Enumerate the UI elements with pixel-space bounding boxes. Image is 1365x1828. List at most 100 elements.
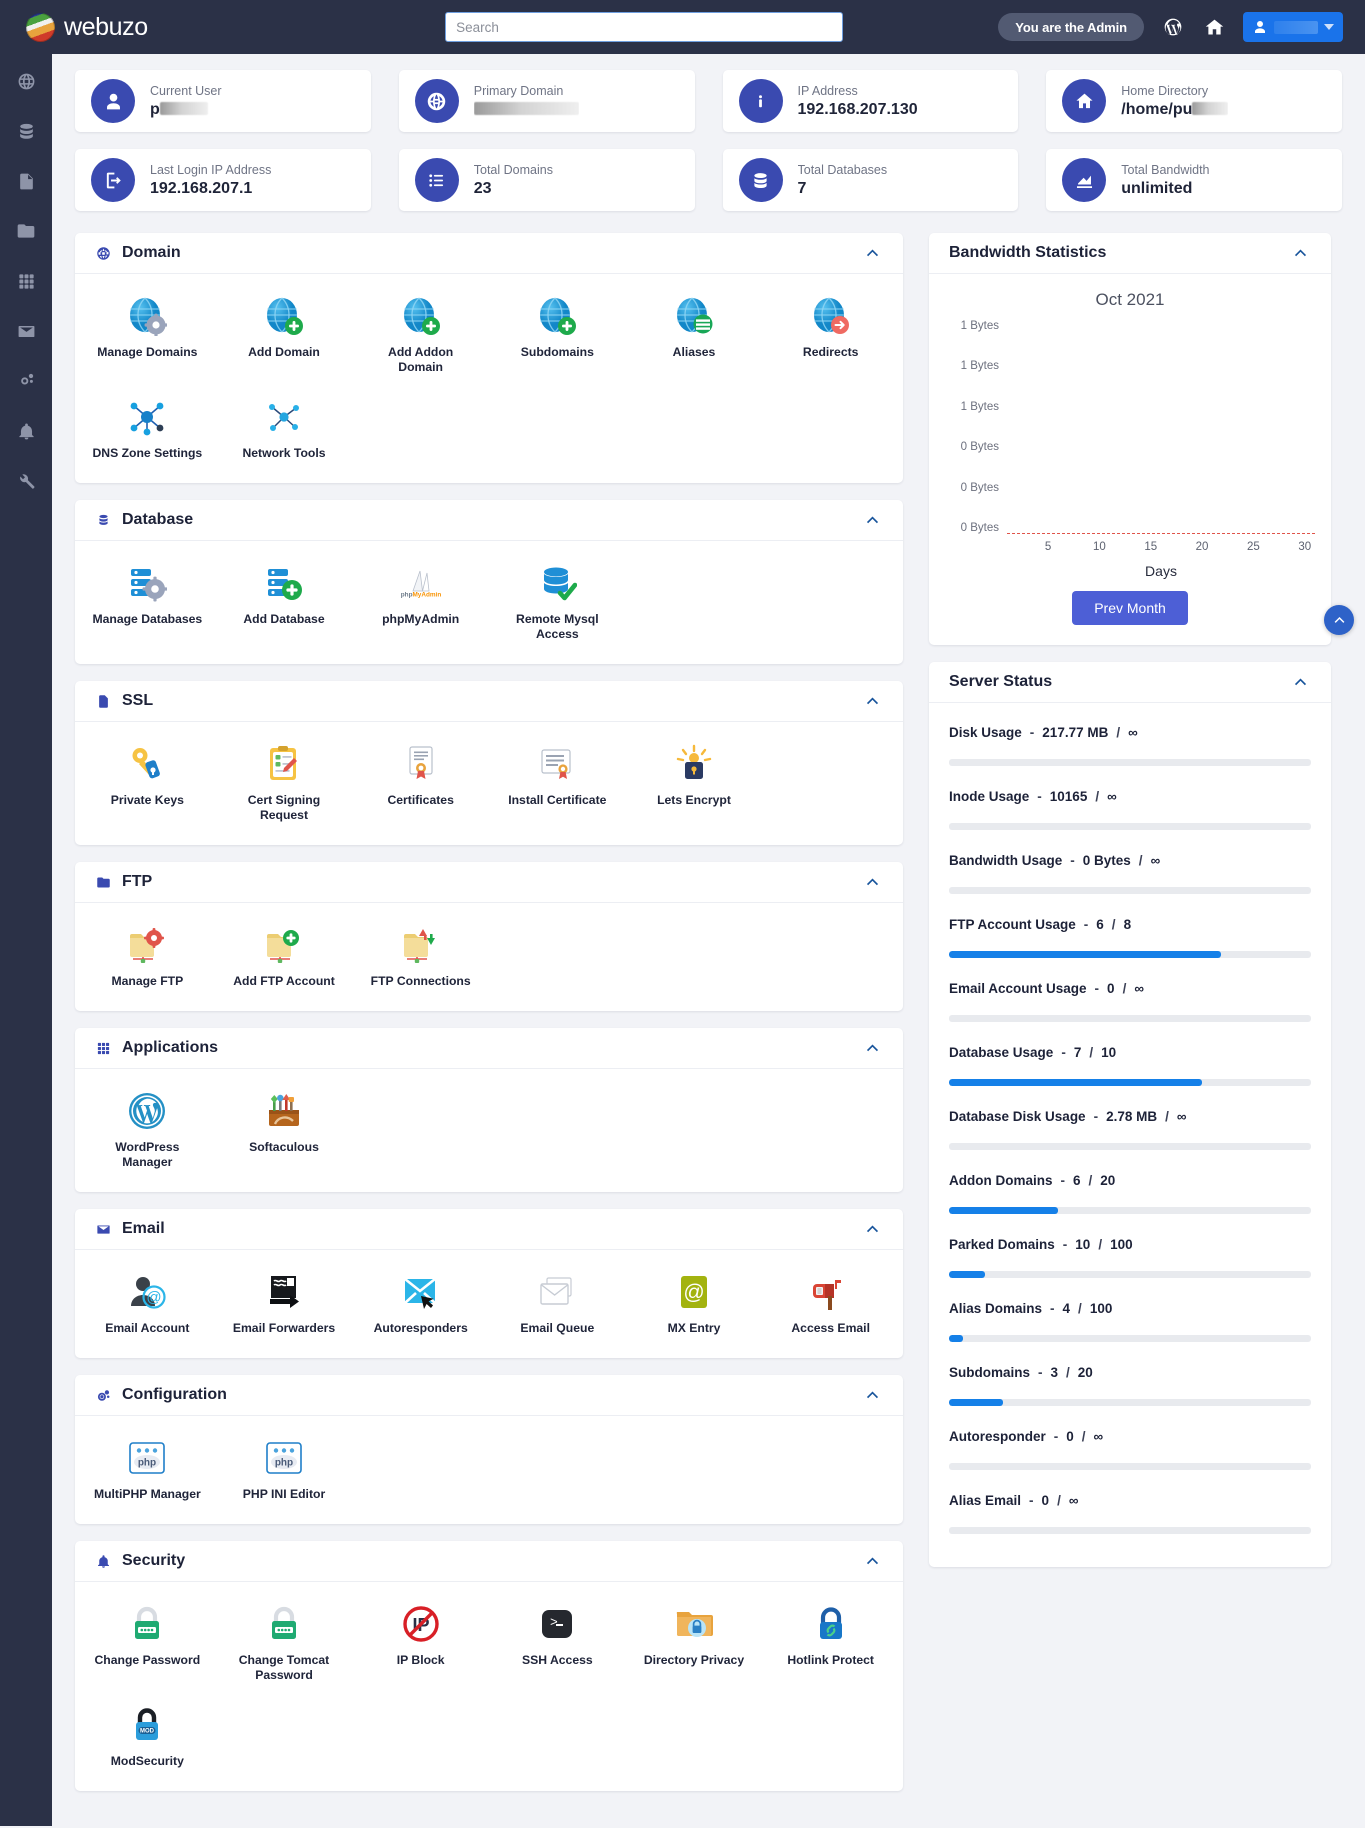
status-progress-fill xyxy=(949,1399,1003,1406)
home-icon[interactable] xyxy=(1202,15,1226,39)
sidebar-item-database[interactable] xyxy=(11,116,41,146)
collapse-section-button[interactable] xyxy=(861,1384,883,1406)
tile-manage-domains[interactable]: Manage Domains xyxy=(79,292,216,379)
tile-aliases[interactable]: Aliases xyxy=(626,292,763,379)
sidebar-item-applications[interactable] xyxy=(11,266,41,296)
tile-network-tools[interactable]: Network Tools xyxy=(216,393,353,465)
tile-redirects[interactable]: Redirects xyxy=(762,292,899,379)
tile-email-queue[interactable]: Email Queue xyxy=(489,1268,626,1340)
tile-add-addon-domain[interactable]: Add Addon Domain xyxy=(352,292,489,379)
status-label: Subdomains xyxy=(949,1365,1030,1380)
tile-manage-ftp[interactable]: Manage FTP xyxy=(79,921,216,993)
tile-label: Redirects xyxy=(803,345,859,360)
sidebar-item-tools[interactable] xyxy=(11,466,41,496)
tile-access-email[interactable]: Access Email xyxy=(762,1268,899,1340)
collapse-section-button[interactable] xyxy=(861,242,883,264)
status-slash: / xyxy=(1139,853,1143,868)
sidebar-item-domain[interactable] xyxy=(11,66,41,96)
tile-lets-encrypt[interactable]: Lets Encrypt xyxy=(626,740,763,827)
status-progress-track xyxy=(949,1399,1311,1406)
search-input[interactable] xyxy=(445,12,843,42)
stat-label: IP Address xyxy=(798,83,918,99)
main-columns: DomainManage DomainsAdd DomainAdd Addon … xyxy=(75,233,1342,1808)
status-line: Addon Domains-6/20 xyxy=(949,1173,1311,1188)
status-used: 0 xyxy=(1066,1429,1074,1444)
sidebar-item-ftp[interactable] xyxy=(11,216,41,246)
brand[interactable]: webuzo xyxy=(0,13,290,42)
chart-x-tick: 30 xyxy=(1298,541,1311,553)
bell-icon xyxy=(95,1553,111,1569)
collapse-server-status-button[interactable] xyxy=(1289,671,1311,693)
tile-mx-entry[interactable]: @MX Entry xyxy=(626,1268,763,1340)
sidebar-item-email[interactable] xyxy=(11,316,41,346)
tile-multiphp-manager[interactable]: phpMultiPHP Manager xyxy=(79,1434,216,1506)
tile-manage-databases[interactable]: Manage Databases xyxy=(79,559,216,646)
collapse-bandwidth-button[interactable] xyxy=(1289,242,1311,264)
collapse-section-button[interactable] xyxy=(861,1550,883,1572)
status-line: Alias Email-0/∞ xyxy=(949,1493,1311,1508)
scroll-to-top-button[interactable] xyxy=(1324,605,1354,635)
section-panel-ftp: FTPManage FTPAdd FTP AccountFTP Connecti… xyxy=(75,862,903,1011)
tile-modsecurity[interactable]: MODModSecurity xyxy=(79,1701,216,1773)
tile-email-forwarders[interactable]: Email Forwarders xyxy=(216,1268,353,1340)
tile-hotlink-protect[interactable]: Hotlink Protect xyxy=(762,1600,899,1687)
tile-email-account[interactable]: @ Email Account xyxy=(79,1268,216,1340)
admin-badge-button[interactable]: You are the Admin xyxy=(998,13,1144,41)
tile-php-ini-editor[interactable]: phpPHP INI Editor xyxy=(216,1434,353,1506)
section-panel-ssl: SSLPrivate KeysCert Signing RequestCerti… xyxy=(75,681,903,845)
tile-subdomains[interactable]: Subdomains xyxy=(489,292,626,379)
tile-install-certificate[interactable]: Install Certificate xyxy=(489,740,626,827)
tile-add-ftp-account[interactable]: Add FTP Account xyxy=(216,921,353,993)
folder-icon xyxy=(16,221,36,241)
section-panel-configuration: Configuration phpMultiPHP ManagerphpPHP I… xyxy=(75,1375,903,1524)
tile-add-domain[interactable]: Add Domain xyxy=(216,292,353,379)
status-label: Alias Email xyxy=(949,1493,1021,1508)
chart-y-tick: 1 Bytes xyxy=(961,320,999,332)
wordpress-icon[interactable] xyxy=(1161,15,1185,39)
tile-wordpress-manager[interactable]: WordPress Manager xyxy=(79,1087,216,1174)
tile-ssh-access[interactable]: >SSH Access xyxy=(489,1600,626,1687)
tile-autoresponders[interactable]: Autoresponders xyxy=(352,1268,489,1340)
status-used: 0 xyxy=(1107,981,1115,996)
tile-softaculous[interactable]: Softaculous xyxy=(216,1087,353,1174)
tile-cert-signing-request[interactable]: Cert Signing Request xyxy=(216,740,353,827)
globe-alias-icon xyxy=(674,296,714,336)
collapse-section-button[interactable] xyxy=(861,690,883,712)
prev-month-button[interactable]: Prev Month xyxy=(1072,591,1188,625)
svg-text:@: @ xyxy=(147,1289,162,1306)
section-header: Configuration xyxy=(75,1375,903,1416)
user-menu[interactable] xyxy=(1243,12,1343,42)
stat-card: Total Databases7 xyxy=(723,149,1019,211)
tile-change-password[interactable]: Change Password xyxy=(79,1600,216,1687)
sidebar-item-ssl[interactable] xyxy=(11,166,41,196)
stat-value: unlimited xyxy=(1121,178,1209,199)
stat-label: Current User xyxy=(150,83,222,99)
collapse-section-button[interactable] xyxy=(861,871,883,893)
sidebar-item-configuration[interactable] xyxy=(11,366,41,396)
status-row: Alias Domains-4/100 xyxy=(949,1293,1311,1342)
tile-label: Install Certificate xyxy=(508,793,606,808)
status-progress-track xyxy=(949,1335,1311,1342)
tile-private-keys[interactable]: Private Keys xyxy=(79,740,216,827)
tile-label: Email Account xyxy=(105,1321,189,1336)
mail-icon xyxy=(95,1221,111,1237)
chart-x-tick: 15 xyxy=(1144,541,1157,553)
collapse-section-button[interactable] xyxy=(861,1037,883,1059)
folder-plus-icon xyxy=(264,925,304,965)
collapse-section-button[interactable] xyxy=(861,509,883,531)
status-slash: / xyxy=(1123,981,1127,996)
tile-directory-privacy[interactable]: Directory Privacy xyxy=(626,1600,763,1687)
collapse-section-button[interactable] xyxy=(861,1218,883,1240)
tile-phpmyadmin[interactable]: phpMyAdminphpMyAdmin xyxy=(352,559,489,646)
tile-ftp-connections[interactable]: FTP Connections xyxy=(352,921,489,993)
status-progress-fill xyxy=(949,1207,1058,1214)
tile-dns-zone-settings[interactable]: DNS Zone Settings xyxy=(79,393,216,465)
tile-certificates[interactable]: Certificates xyxy=(352,740,489,827)
tile-change-tomcat-password[interactable]: Change Tomcat Password xyxy=(216,1600,353,1687)
status-used: 2.78 MB xyxy=(1106,1109,1157,1124)
tile-remote-mysql-access[interactable]: Remote Mysql Access xyxy=(489,559,626,646)
sidebar-item-security[interactable] xyxy=(11,416,41,446)
tile-ip-block[interactable]: IPIP Block xyxy=(352,1600,489,1687)
tile-add-database[interactable]: Add Database xyxy=(216,559,353,646)
status-label: Parked Domains xyxy=(949,1237,1055,1252)
